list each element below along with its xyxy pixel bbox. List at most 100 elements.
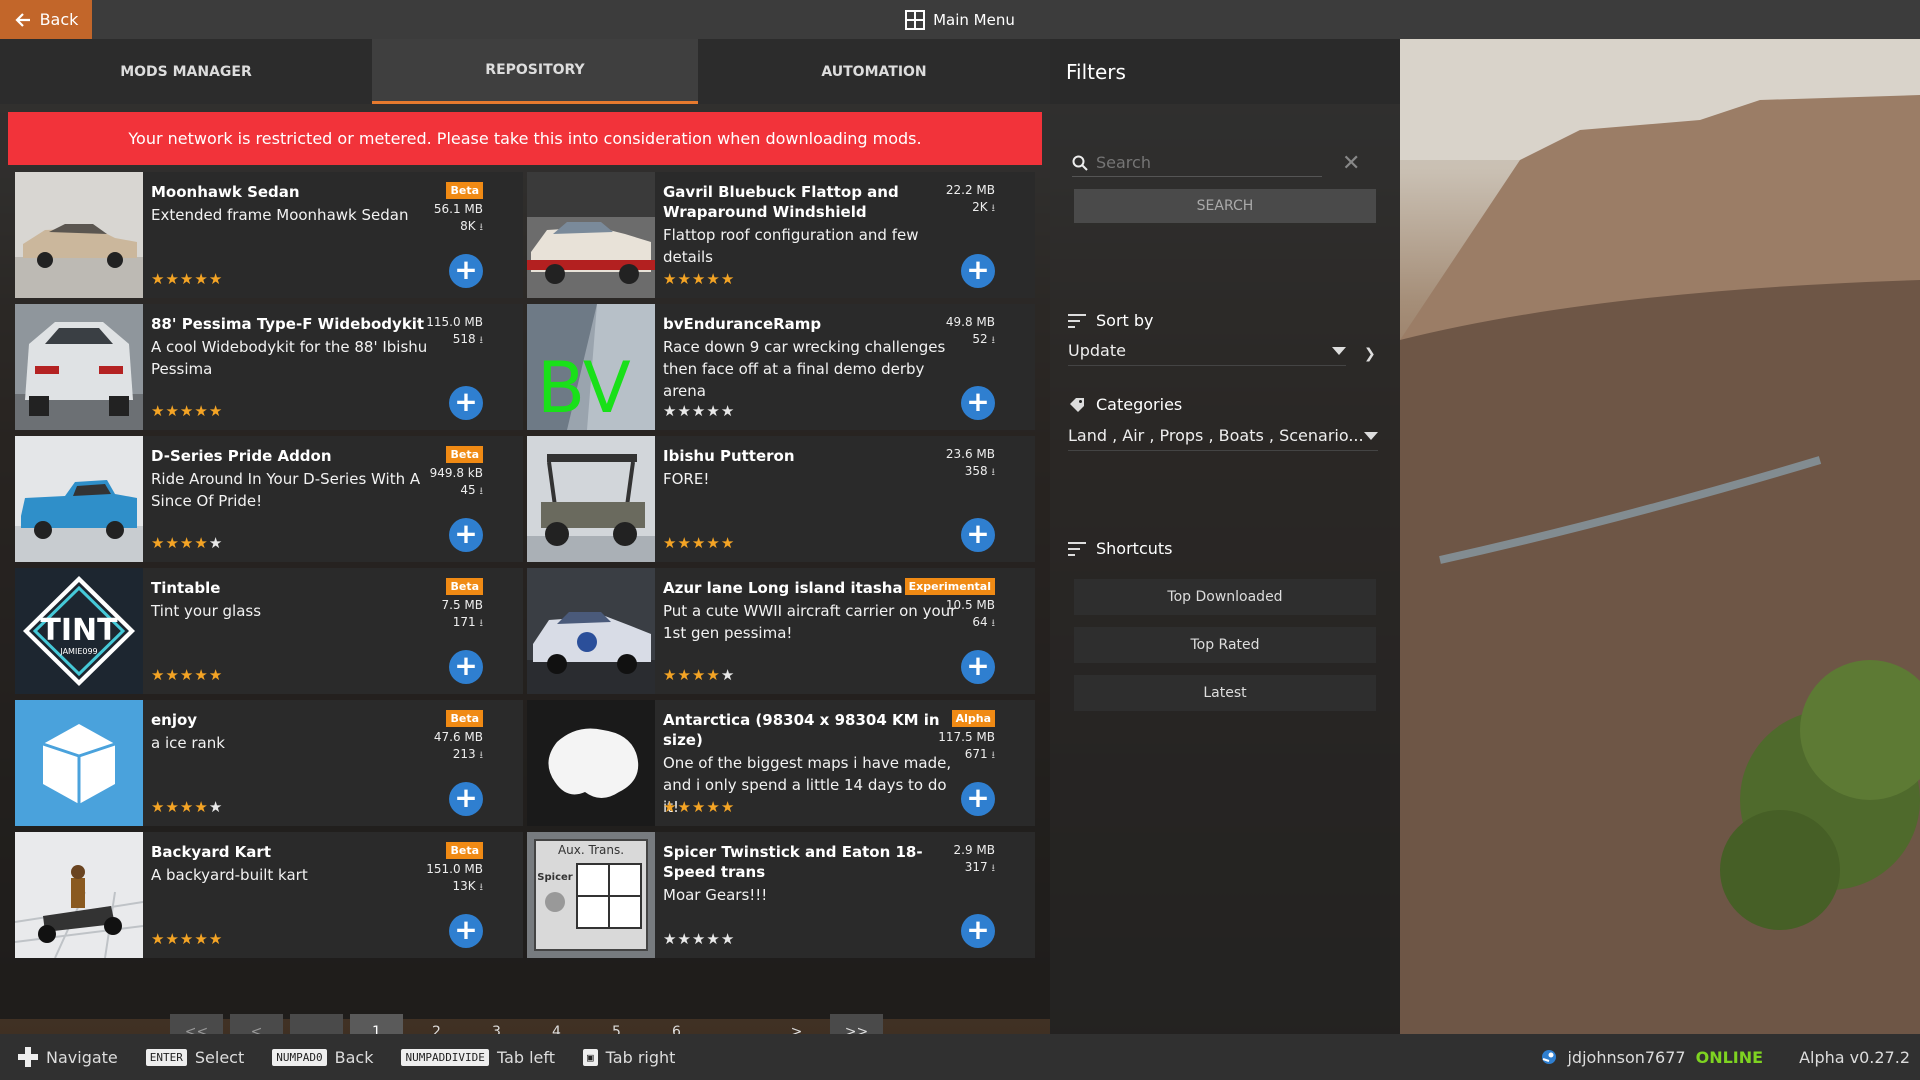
hint-label: Select [194,1047,245,1067]
mod-card[interactable]: Aux. Trans. Spicer Spicer Twinstick and Ea… [527,832,1035,958]
mod-description: a ice rank [151,734,225,752]
hint-label: Back [334,1047,374,1067]
mod-card[interactable]: enjoy a ice rank ★★★★★ Beta 47.6 MB 213 ⭳ + [15,700,523,826]
add-mod-button[interactable]: + [961,518,995,552]
add-mod-button[interactable]: + [449,782,483,816]
mod-size: 56.1 MB [433,202,483,216]
hint-select: ENTER Select [145,1047,245,1067]
hint-label: Navigate [46,1047,118,1067]
mod-thumbnail [15,172,143,298]
download-icon: ⭳ [991,203,996,214]
mod-card[interactable]: Backyard Kart A backyard-built kart ★★★★★ B… [15,832,523,958]
mod-title: Moonhawk Sedan [151,183,300,201]
mod-downloads-row: 52 ⭳ [946,331,995,349]
mod-size: 115.0 MB [426,315,483,329]
sort-select[interactable]: Update [1068,336,1346,366]
categories-value: Land , Air , Props , Boats , Scenario... [1068,426,1364,445]
user-status: jdjohnson7677 ONLINE Alpha v0.27.2 [1541,1034,1910,1080]
search-button[interactable]: SEARCH [1074,189,1376,223]
categories-label: Categories [1068,395,1182,414]
arrow-left-icon [15,12,30,27]
mod-thumbnail [15,304,143,430]
add-mod-button[interactable]: + [961,386,995,420]
status-badge: Beta [446,710,483,727]
sort-icon [1068,313,1086,328]
mod-downloads-row: 45 ⭳ [430,482,483,500]
mod-downloads: 213 [452,747,476,761]
hint-tab-left: NUMPADDIVIDE Tab left [401,1048,555,1067]
add-mod-button[interactable]: + [449,518,483,552]
add-mod-button[interactable]: + [961,254,995,288]
mod-title: Spicer Twinstick and Eaton 18-Speed tran… [663,843,923,881]
mod-thumbnail [527,436,655,562]
rating-stars: ★★★★★ [151,930,224,948]
mod-meta: 49.8 MB 52 ⭳ [946,314,995,349]
tab-mods-manager[interactable]: MODS MANAGER [0,39,372,104]
key-numpaddivide: NUMPADDIVIDE [401,1048,489,1066]
top-rated-button[interactable]: Top Rated [1074,627,1376,663]
back-button[interactable]: Back [0,0,92,39]
mod-card[interactable]: TINT JAMIE099 Tintable Tint your glass ★★★★★… [15,568,523,694]
mod-card[interactable]: Antarctica (98304 x 98304 KM in size) One… [527,700,1035,826]
add-mod-button[interactable]: + [449,386,483,420]
categories-select[interactable]: Land , Air , Props , Boats , Scenario... [1068,421,1378,451]
key-numpad0: NUMPAD0 [272,1048,327,1066]
mod-downloads: 64 [972,615,988,629]
tab-bar: MODS MANAGER REPOSITORY AUTOMATION [0,39,1050,104]
tab-automation[interactable]: AUTOMATION [698,39,1050,104]
categories-text: Categories [1096,395,1183,414]
steam-icon [1542,1050,1557,1064]
download-icon: ⭳ [479,486,484,497]
network-warning-banner: Your network is restricted or metered. P… [8,112,1042,165]
mod-description: FORE! [663,470,710,488]
latest-button[interactable]: Latest [1074,675,1376,711]
tab-repository[interactable]: REPOSITORY [372,39,698,104]
mod-meta: Beta 949.8 kB 45 ⭳ [430,446,483,500]
add-mod-button[interactable]: + [961,914,995,948]
mod-size: 117.5 MB [938,730,995,744]
hint-label: Tab right [605,1047,676,1067]
chevron-down-icon[interactable]: ❯ [1364,346,1376,362]
add-mod-button[interactable]: + [449,254,483,288]
add-mod-button[interactable]: + [449,650,483,684]
mod-downloads-row: 8K ⭳ [434,218,483,236]
main-menu-title: Main Menu [0,0,1920,39]
search-input[interactable] [1096,153,1296,172]
mod-card[interactable]: BV bvEnduranceRamp Race down 9 car wreckin… [527,304,1035,430]
mod-card[interactable]: Gavril Bluebuck Flattop and Wraparound W… [527,172,1035,298]
online-status: ONLINE [1695,1047,1764,1067]
rating-stars: ★★★★★ [663,270,736,288]
mod-thumbnail: BV [527,304,655,430]
mod-card[interactable]: Moonhawk Sedan Extended frame Moonhawk Se… [15,172,523,298]
rating-stars: ★★★★★ [663,666,736,684]
add-mod-button[interactable]: + [961,782,995,816]
rating-stars: ★★★★★ [663,534,736,552]
mod-meta: 2.9 MB 317 ⭳ [954,842,995,877]
rating-stars: ★★★★★ [151,402,224,420]
mod-title: 88' Pessima Type-F Widebodykit [151,315,425,333]
add-mod-button[interactable]: + [961,650,995,684]
mod-downloads-row: 13K ⭳ [426,878,483,896]
mod-thumbnail [527,172,655,298]
download-icon: ⭳ [479,222,484,233]
top-downloaded-button[interactable]: Top Downloaded [1074,579,1376,615]
key-tab-right-icon: ▣ [583,1048,598,1066]
mod-card[interactable]: Ibishu Putteron FORE! ★★★★★ 23.6 MB 358 ⭳ + [527,436,1035,562]
search-field[interactable] [1072,149,1322,177]
mod-meta: Alpha 117.5 MB 671 ⭳ [938,710,995,764]
add-mod-button[interactable]: + [449,914,483,948]
mod-title: bvEnduranceRamp [663,315,822,333]
mod-card[interactable]: D-Series Pride Addon Ride Around In Your … [15,436,523,562]
hint-navigate: Navigate [18,1047,118,1067]
rating-stars: ★★★★★ [151,534,224,552]
mod-card[interactable]: 88' Pessima Type-F Widebodykit A cool Wid… [15,304,523,430]
footer-bar: Navigate ENTER Select NUMPAD0 Back NUMPA… [0,1034,1920,1080]
mod-meta: 22.2 MB 2K ⭳ [946,182,995,217]
mod-downloads-row: 671 ⭳ [938,746,995,764]
mod-card[interactable]: Azur lane Long island itasha Put a cute W… [527,568,1035,694]
rating-stars: ★★★★★ [663,930,736,948]
status-badge: Beta [446,182,483,199]
rating-stars: ★★★★★ [151,666,224,684]
clear-search-icon[interactable]: ✕ [1342,151,1360,176]
version-label: Alpha v0.27.2 [1799,1047,1910,1067]
